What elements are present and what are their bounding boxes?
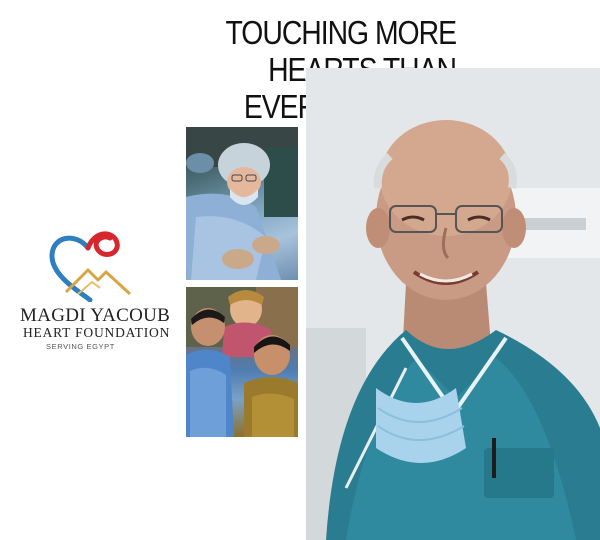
heart-mountain-icon bbox=[49, 231, 132, 302]
surgeon-photo bbox=[186, 127, 298, 280]
doctor-portrait-illustration bbox=[306, 68, 600, 540]
page: TOUCHING MORE HEARTS THAN EVER IMAGINED bbox=[0, 0, 600, 540]
children-photo bbox=[186, 287, 298, 437]
foundation-logo: MAGDI YACOUB HEART FOUNDATION SERVING EG… bbox=[20, 228, 170, 358]
headline-line-1: TOUCHING MORE bbox=[225, 14, 457, 51]
doctor-portrait bbox=[306, 68, 600, 540]
surgeon-photo-illustration bbox=[186, 127, 298, 280]
logo-tagline: SERVING EGYPT bbox=[46, 342, 115, 351]
logo-subtitle: HEART FOUNDATION bbox=[23, 325, 171, 340]
logo-title: MAGDI YACOUB bbox=[20, 305, 171, 326]
children-photo-illustration bbox=[186, 287, 298, 437]
